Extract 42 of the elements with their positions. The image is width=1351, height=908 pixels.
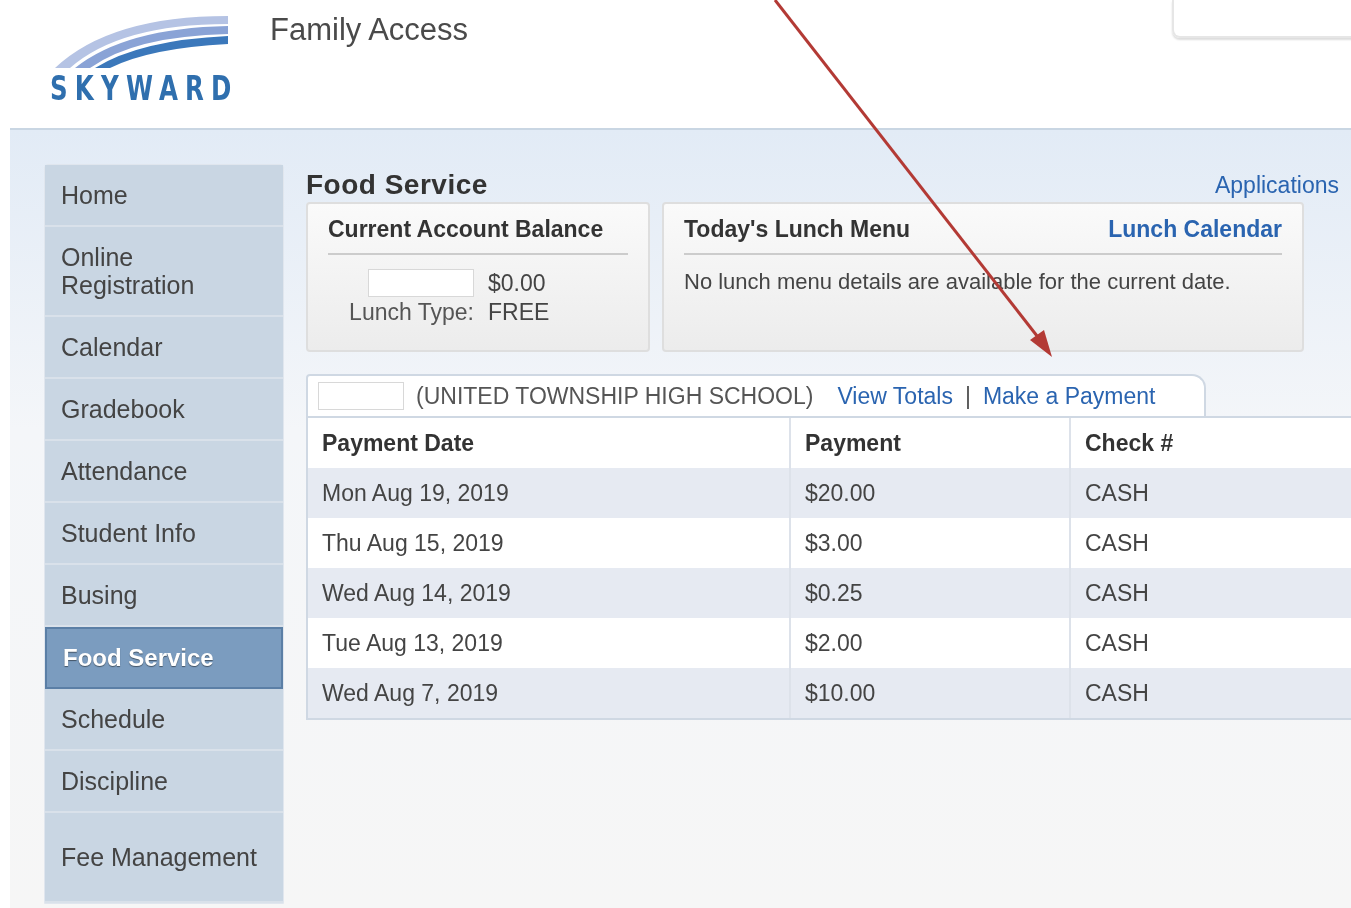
sidebar-item[interactable]: Online Registration [45,227,283,317]
logo-text: SKYWARD [50,68,239,108]
table-cell: CASH [1071,468,1351,518]
school-name: (UNITED TOWNSHIP HIGH SCHOOL) [416,382,814,410]
lunch-type-label: Lunch Type: [349,299,474,326]
sidebar-item[interactable]: Home [45,165,283,227]
table-cell: CASH [1071,518,1351,568]
table-cell: $2.00 [791,618,1071,668]
app-title: Family Access [270,12,469,48]
sidebar-item[interactable]: Student Info [45,503,283,565]
sidebar-item[interactable]: Calendar [45,317,283,379]
table-cell: CASH [1071,618,1351,668]
table-cell: $20.00 [791,468,1071,518]
lunch-type-value: FREE [488,299,551,326]
column-header: Check # [1071,418,1351,468]
balance-amount: $0.00 [488,269,547,297]
table-cell: Mon Aug 19, 2019 [308,468,791,518]
table-cell: CASH [1071,668,1351,718]
table-cell: Tue Aug 13, 2019 [308,618,791,668]
table-cell: $0.25 [791,568,1071,618]
tab-link[interactable]: Make a Payment [982,382,1156,410]
sidebar-item[interactable]: Discipline [45,751,283,813]
sidebar-item[interactable]: Attendance [45,441,283,503]
separator: | [964,382,971,410]
tab-link[interactable]: View Totals [837,382,953,410]
table-cell: Wed Aug 7, 2019 [308,668,791,718]
sidebar-item[interactable]: Gradebook [45,379,283,441]
table-cell: Thu Aug 15, 2019 [308,518,791,568]
sidebar-item[interactable]: Schedule [45,689,283,751]
column-header: Payment Date [308,418,791,468]
applications-link[interactable]: Applications [1214,170,1339,200]
table-cell: CASH [1071,568,1351,618]
sidebar-item[interactable]: Busing [45,565,283,627]
card-title: Current Account Balance [328,216,604,243]
table-cell: Wed Aug 14, 2019 [308,568,791,618]
page-title: Food Service [306,170,488,200]
card-title: Today's Lunch Menu [684,216,911,243]
lunch-calendar-link[interactable]: Lunch Calendar [1108,216,1282,243]
table-cell: $10.00 [791,668,1071,718]
table-cell: $3.00 [791,518,1071,568]
sidebar-item[interactable]: Fee Management [45,813,283,903]
column-header: Payment [791,418,1071,468]
